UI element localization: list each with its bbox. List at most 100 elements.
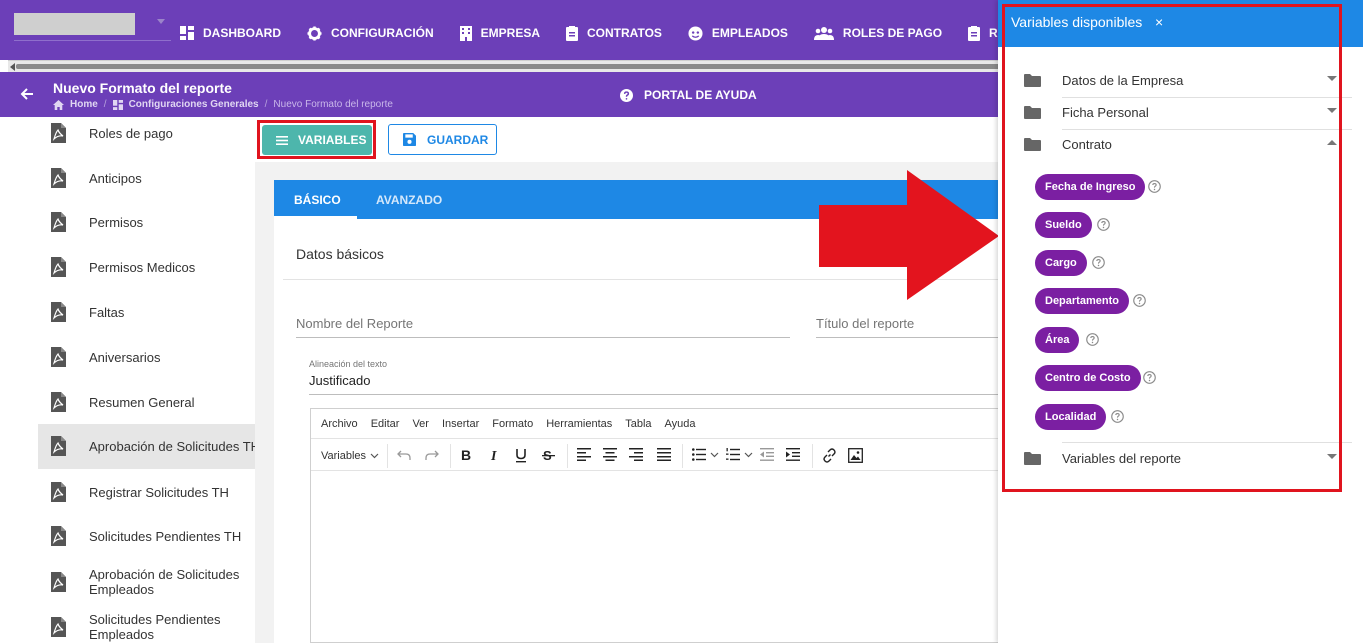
help-portal-link[interactable]: PORTAL DE AYUDA [620,88,757,102]
sidebar-item-permisos-medicos[interactable]: Permisos Medicos [38,251,255,284]
align-right-icon[interactable] [629,448,643,461]
menu-ayuda[interactable]: Ayuda [665,418,696,430]
sidebar-item-label: Solicitudes Pendientes TH [89,529,242,544]
tab-avanzado[interactable]: AVANZADO [376,193,442,207]
undo-icon[interactable] [397,448,411,462]
pdf-icon [51,123,66,143]
nav-configuracion[interactable]: CONFIGURACIÓN [307,24,434,42]
report-icon [968,25,981,41]
pdf-icon [51,526,66,546]
bold-icon[interactable]: B [461,448,473,462]
svg-text:B: B [461,448,471,462]
sidebar-item-aprobacion-solicitudes-th[interactable]: Aprobación de Solicitudes TH [38,424,255,469]
menu-editar[interactable]: Editar [371,418,400,430]
toolbar-separator [567,444,568,468]
sidebar-item-label: Aprobación de Solicitudes Empleados [89,567,240,597]
alignment-select[interactable]: Justificado [309,373,370,388]
menu-insertar[interactable]: Insertar [442,418,479,430]
gear-icon [307,25,322,41]
sidebar-item-label: Registrar Solicitudes TH [89,485,229,500]
pdf-icon [51,482,66,502]
align-justify-icon[interactable] [657,448,671,461]
annotation-arrow [819,170,999,300]
sidebar-item-label: Permisos [89,215,144,230]
nav-empleados[interactable]: EMPLEADOS [688,24,788,42]
pdf-icon [51,436,66,456]
save-button[interactable]: GUARDAR [388,124,497,155]
breadcrumb-separator: / [103,99,107,110]
sidebar-item-aprobacion-solicitudes-empleados[interactable]: Aprobación de Solicitudes Empleados [38,563,255,603]
variables-dropdown[interactable]: Variables [321,450,379,462]
breadcrumb-home-label: Home [70,99,98,110]
nav-dashboard-label: DASHBOARD [203,26,281,40]
chevron-down-icon[interactable] [710,452,719,458]
outdent-icon[interactable] [760,448,774,461]
sidebar-item-permisos[interactable]: Permisos [38,206,255,239]
back-arrow-icon[interactable] [20,87,34,101]
nav-configuracion-label: CONFIGURACIÓN [331,26,434,40]
breadcrumb-config-label: Configuraciones Generales [128,99,259,110]
sidebar-item-faltas[interactable]: Faltas [38,296,255,329]
page-title: Nuevo Formato del reporte [53,80,232,96]
breadcrumb-separator: / [264,99,268,110]
sidebar-item-label: Aprobación de Solicitudes TH [89,439,255,454]
pdf-icon [51,302,66,322]
sidebar-item-resumen-general[interactable]: Resumen General [38,386,255,419]
alignment-label: Alineación del texto [309,359,388,369]
align-left-icon[interactable] [577,448,591,461]
nav-contratos[interactable]: CONTRATOS [566,24,662,42]
menu-herramientas[interactable]: Herramientas [546,418,612,430]
tab-basico[interactable]: BÁSICO [294,193,341,207]
chevron-down-icon[interactable] [744,452,753,458]
pdf-icon [51,572,66,592]
sidebar-item-solicitudes-pendientes-empleados[interactable]: Solicitudes Pendientes Empleados [38,608,255,643]
menu-ver[interactable]: Ver [412,418,429,430]
link-icon[interactable] [822,448,837,463]
sidebar-item-anticipos[interactable]: Anticipos [38,162,255,195]
nav-empresa[interactable]: EMPRESA [459,24,540,42]
indent-icon[interactable] [786,448,800,461]
bullet-list-icon[interactable] [692,448,706,461]
horizontal-scrollbar[interactable] [8,60,1008,72]
menu-formato[interactable]: Formato [492,418,533,430]
align-center-icon[interactable] [603,448,617,461]
scrollbar-thumb[interactable] [16,64,1001,69]
sidebar-item-label: Resumen General [89,395,195,410]
numbered-list-icon[interactable] [726,448,740,461]
sidebar-item-solicitudes-pendientes-th[interactable]: Solicitudes Pendientes TH [38,520,255,553]
pdf-icon [51,168,66,188]
scroll-left-arrow-icon[interactable] [10,63,15,71]
svg-text:I: I [490,449,497,462]
group-icon [813,27,834,40]
pdf-icon [51,257,66,277]
annotation-highlight-box [1002,4,1342,492]
report-title-field[interactable]: Título del reporte [816,316,1000,338]
sidebar-item-roles-de-pago[interactable]: Roles de pago [38,117,255,150]
save-icon [403,133,416,146]
breadcrumb-home[interactable]: Home [53,99,98,110]
image-icon[interactable] [848,448,863,463]
sidebar-item-label: Anticipos [89,171,142,186]
breadcrumb-config[interactable]: Configuraciones Generales [112,99,259,110]
employee-icon [688,25,703,41]
editor-menubar: Archivo Editar Ver Insertar Formato Herr… [311,409,1001,439]
nav-roles-de-pago[interactable]: ROLES DE PAGO [813,24,942,42]
sidebar-item-registrar-solicitudes-th[interactable]: Registrar Solicitudes TH [38,476,255,509]
nav-dashboard[interactable]: DASHBOARD [180,24,281,42]
chevron-down-icon [157,19,165,24]
report-name-field[interactable]: Nombre del Reporte [296,316,790,338]
menu-tabla[interactable]: Tabla [625,418,651,430]
organization-select[interactable] [14,13,171,41]
sidebar-item-aniversarios[interactable]: Aniversarios [38,341,255,374]
italic-icon[interactable]: I [489,448,501,462]
help-icon [620,88,633,102]
sidebar-item-label: Faltas [89,305,125,320]
toolbar-separator [682,444,683,468]
building-icon [459,25,472,41]
underline-icon[interactable] [515,448,527,463]
strikethrough-icon[interactable]: S [542,448,555,462]
menu-archivo[interactable]: Archivo [321,418,358,430]
redo-icon[interactable] [425,448,439,462]
organization-select-value [14,13,135,35]
chevron-down-icon [370,453,379,459]
